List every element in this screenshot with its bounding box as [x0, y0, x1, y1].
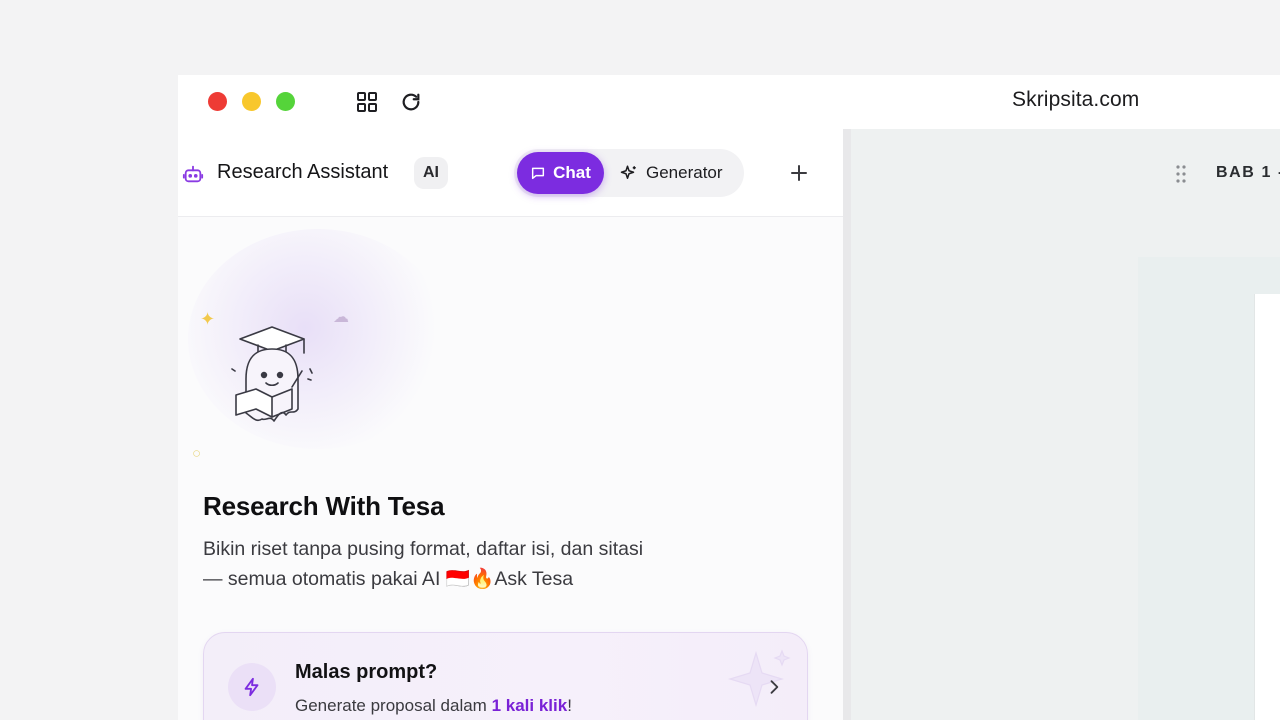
panel-title: Research Assistant	[217, 161, 389, 183]
chat-icon	[532, 167, 545, 180]
maximize-window-button[interactable]	[276, 92, 295, 111]
grid-icon[interactable]	[355, 90, 379, 114]
bot-icon	[182, 165, 204, 183]
mode-switch: Chat Generator	[514, 149, 744, 197]
card-title: Malas prompt?	[295, 661, 438, 683]
card-description-text: Generate proposal dalam	[295, 696, 492, 715]
lightbulb-decoration: ○	[192, 445, 202, 462]
tab-chat[interactable]: Chat	[517, 152, 604, 194]
minimize-window-button[interactable]	[242, 92, 261, 111]
cloud-decoration: ☁	[333, 309, 349, 326]
lightning-icon	[228, 663, 276, 711]
browser-window: Skripsita.com Research Assistant AI Chat	[178, 75, 1280, 720]
card-description: Generate proposal dalam 1 kali klik!	[295, 696, 572, 716]
document-page	[1254, 294, 1280, 720]
sparkle-decoration: ✦	[200, 309, 216, 329]
reload-icon[interactable]	[399, 90, 423, 114]
document-pane: BAB 1 -	[851, 129, 1280, 720]
url-text[interactable]: Skripsita.com	[1012, 88, 1139, 112]
document-header: BAB 1 -	[851, 129, 1280, 217]
card-description-highlight: 1 kali klik	[491, 696, 568, 715]
pane-divider[interactable]	[843, 129, 851, 720]
sparkle-icon	[620, 165, 636, 179]
card-description-suffix: !	[567, 696, 572, 715]
hero-description-line-2: — semua otomatis pakai AI 🇮🇩🔥Ask Tesa	[203, 568, 574, 590]
panel-header: Research Assistant AI Chat Generator	[178, 129, 843, 217]
tab-generator[interactable]: Generator	[620, 152, 740, 194]
hero-description-line-1: Bikin riset tanpa pusing format, daftar …	[203, 538, 644, 560]
ghost-mascot-icon	[231, 326, 313, 422]
ai-badge: AI	[414, 157, 448, 189]
tab-generator-label: Generator	[646, 163, 723, 182]
hero-heading: Research With Tesa	[203, 491, 445, 521]
new-chat-button[interactable]	[787, 161, 811, 185]
quick-generate-card[interactable]: Malas prompt? Generate proposal dalam 1 …	[203, 632, 808, 720]
close-window-button[interactable]	[208, 92, 227, 111]
chevron-right-icon	[770, 680, 779, 694]
section-title: BAB 1 -	[1216, 164, 1280, 181]
drag-handle-icon[interactable]	[1174, 164, 1188, 184]
tab-chat-label: Chat	[553, 163, 591, 182]
hero-description: Bikin riset tanpa pusing format, daftar …	[203, 534, 723, 594]
title-bar: Skripsita.com	[178, 75, 1280, 129]
assistant-panel: Research Assistant AI Chat Generator ✦ ☁…	[178, 129, 843, 720]
